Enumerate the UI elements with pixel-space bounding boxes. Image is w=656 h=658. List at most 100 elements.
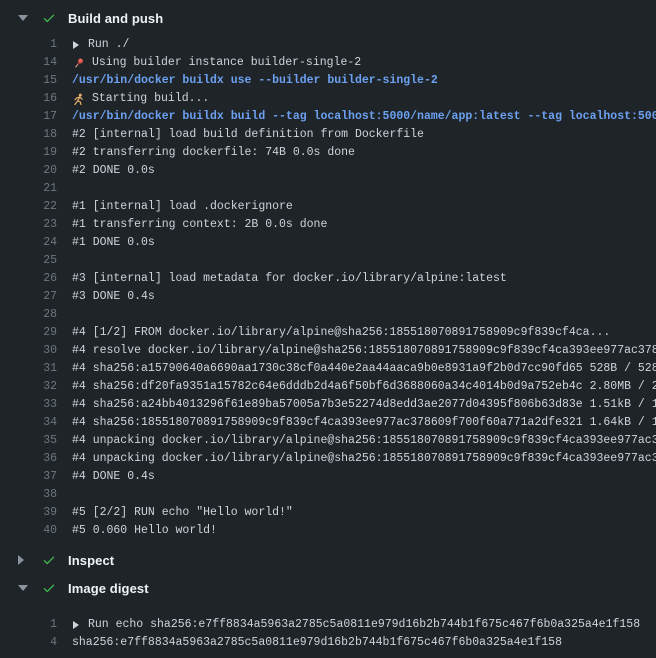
log-line: 21 — [0, 180, 656, 198]
log-text: #4 DONE 0.4s — [72, 468, 155, 486]
log-text: Using builder instance builder-single-2 — [92, 54, 361, 72]
log-command-text: /usr/bin/docker buildx build --tag local… — [72, 108, 656, 126]
chevron-down-icon[interactable] — [18, 585, 28, 591]
line-number[interactable]: 37 — [0, 468, 57, 486]
line-number[interactable]: 17 — [0, 108, 57, 126]
line-number[interactable]: 1 — [0, 616, 57, 634]
log-line: 33 #4 sha256:a24bb4013296f61e89ba57005a7b… — [0, 396, 656, 414]
line-number[interactable]: 25 — [0, 252, 57, 270]
log-group-row[interactable]: Run echo sha256:e7ff8834a5963a2785c5a081… — [72, 616, 656, 634]
line-number[interactable]: 15 — [0, 72, 57, 90]
log-output-text: #5 0.060 Hello world! — [72, 522, 656, 540]
log-line: 15/usr/bin/docker buildx use --builder b… — [0, 72, 656, 90]
section-header-inspect[interactable]: Inspect — [0, 548, 656, 572]
log-output-text: #4 sha256:a15790640a6690aa1730c38cf0a440… — [72, 360, 656, 378]
line-number[interactable]: 35 — [0, 432, 57, 450]
line-number[interactable]: 4 — [0, 634, 57, 652]
log-command-text: /usr/bin/docker buildx use --builder bui… — [72, 72, 656, 90]
log-text: #4 sha256:a15790640a6690aa1730c38cf0a440… — [72, 360, 656, 378]
log-text: #5 0.060 Hello world! — [72, 522, 217, 540]
line-number[interactable]: 32 — [0, 378, 57, 396]
line-number[interactable]: 27 — [0, 288, 57, 306]
line-number[interactable]: 30 — [0, 342, 57, 360]
log-line: 32 #4 sha256:df20fa9351a15782c64e6dddb2d4… — [0, 378, 656, 396]
line-number[interactable]: 38 — [0, 486, 57, 504]
log-line: 20 #2 DONE 0.0s — [0, 162, 656, 180]
line-number[interactable]: 26 — [0, 270, 57, 288]
line-number[interactable]: 22 — [0, 198, 57, 216]
log-text: Run ./ — [88, 36, 129, 54]
line-number[interactable]: 14 — [0, 54, 57, 72]
log-line: 1 Run ./ — [0, 36, 656, 54]
line-number[interactable]: 28 — [0, 306, 57, 324]
check-success-icon — [42, 553, 56, 567]
line-number[interactable]: 31 — [0, 360, 57, 378]
section-title: Image digest — [68, 581, 149, 596]
log-output-text: #4 unpacking docker.io/library/alpine@sh… — [72, 432, 656, 450]
line-number[interactable]: 21 — [0, 180, 57, 198]
log-line: 16 Starting build... — [0, 90, 656, 108]
log-line: 31 #4 sha256:a15790640a6690aa1730c38cf0a4… — [0, 360, 656, 378]
section-title: Build and push — [68, 11, 163, 26]
log-output-text: Starting build... — [72, 90, 656, 108]
play-icon[interactable] — [73, 41, 79, 49]
line-number[interactable]: 40 — [0, 522, 57, 540]
log-line: 24 #1 DONE 0.0s — [0, 234, 656, 252]
chevron-right-icon[interactable] — [18, 555, 24, 565]
log-line: 23 #1 transferring context: 2B 0.0s done — [0, 216, 656, 234]
line-number[interactable]: 39 — [0, 504, 57, 522]
log-line: 29 #4 [1/2] FROM docker.io/library/alpine… — [0, 324, 656, 342]
log-line: 35 #4 unpacking docker.io/library/alpine@… — [0, 432, 656, 450]
line-number[interactable]: 18 — [0, 126, 57, 144]
log-output-text: #2 transferring dockerfile: 74B 0.0s don… — [72, 144, 656, 162]
log-line: 1 Run echo sha256:e7ff8834a5963a2785c5a08… — [0, 616, 656, 634]
log-output-text: #4 [1/2] FROM docker.io/library/alpine@s… — [72, 324, 656, 342]
log-output-text: #5 [2/2] RUN echo "Hello world!" — [72, 504, 656, 522]
log-text: #2 [internal] load build definition from… — [72, 126, 424, 144]
log-text: #4 unpacking docker.io/library/alpine@sh… — [72, 450, 656, 468]
log-text: #5 [2/2] RUN echo "Hello world!" — [72, 504, 293, 522]
log-output-text: #4 DONE 0.4s — [72, 468, 656, 486]
play-icon[interactable] — [73, 621, 79, 629]
line-number[interactable]: 23 — [0, 216, 57, 234]
log-output-text: #3 DONE 0.4s — [72, 288, 656, 306]
log-lines-build-and-push: 1 Run ./ 14 Using builder instance builder-… — [0, 30, 656, 540]
log-line: 14 Using builder instance builder-single-… — [0, 54, 656, 72]
log-line: 25 — [0, 252, 656, 270]
log-output-text: #3 [internal] load metadata for docker.i… — [72, 270, 656, 288]
log-text: #1 DONE 0.0s — [72, 234, 155, 252]
log-text: #4 [1/2] FROM docker.io/library/alpine@s… — [72, 324, 610, 342]
log-output-text: #4 unpacking docker.io/library/alpine@sh… — [72, 450, 656, 468]
log-output-text: #2 DONE 0.0s — [72, 162, 656, 180]
log-line: 4sha256:e7ff8834a5963a2785c5a0811e979d16… — [0, 634, 656, 652]
section-header-image-digest[interactable]: Image digest — [0, 576, 656, 600]
log-output-text: #1 [internal] load .dockerignore — [72, 198, 656, 216]
line-number[interactable]: 1 — [0, 36, 57, 54]
log-text: Run echo sha256:e7ff8834a5963a2785c5a081… — [88, 616, 640, 634]
chevron-down-icon[interactable] — [18, 15, 28, 21]
line-number[interactable]: 20 — [0, 162, 57, 180]
line-number[interactable]: 33 — [0, 396, 57, 414]
line-number[interactable]: 19 — [0, 144, 57, 162]
section-header-build-and-push[interactable]: Build and push — [0, 6, 656, 30]
log-text: #1 transferring context: 2B 0.0s done — [72, 216, 327, 234]
log-group-row[interactable]: Run ./ — [72, 36, 656, 54]
log-text: #4 sha256:a24bb4013296f61e89ba57005a7b3e… — [72, 396, 656, 414]
log-text: #2 DONE 0.0s — [72, 162, 155, 180]
log-line: 18 #2 [internal] load build definition fr… — [0, 126, 656, 144]
log-text: #4 sha256:df20fa9351a15782c64e6dddb2d4a6… — [72, 378, 656, 396]
line-number[interactable]: 24 — [0, 234, 57, 252]
log-text: #3 DONE 0.4s — [72, 288, 155, 306]
log-output-text: #4 sha256:185518070891758909c9f839cf4ca3… — [72, 414, 656, 432]
log-line: 36 #4 unpacking docker.io/library/alpine@… — [0, 450, 656, 468]
log-line: 27 #3 DONE 0.4s — [0, 288, 656, 306]
line-number[interactable]: 29 — [0, 324, 57, 342]
line-number[interactable]: 36 — [0, 450, 57, 468]
log-output-text: Using builder instance builder-single-2 — [72, 54, 656, 72]
line-number[interactable]: 16 — [0, 90, 57, 108]
actions-log-viewer: Build and push 1Run ./14Using builder in… — [0, 0, 656, 658]
line-number[interactable]: 34 — [0, 414, 57, 432]
log-line: 22 #1 [internal] load .dockerignore — [0, 198, 656, 216]
log-line: 39 #5 [2/2] RUN echo "Hello world!" — [0, 504, 656, 522]
log-line: 34 #4 sha256:185518070891758909c9f839cf4c… — [0, 414, 656, 432]
